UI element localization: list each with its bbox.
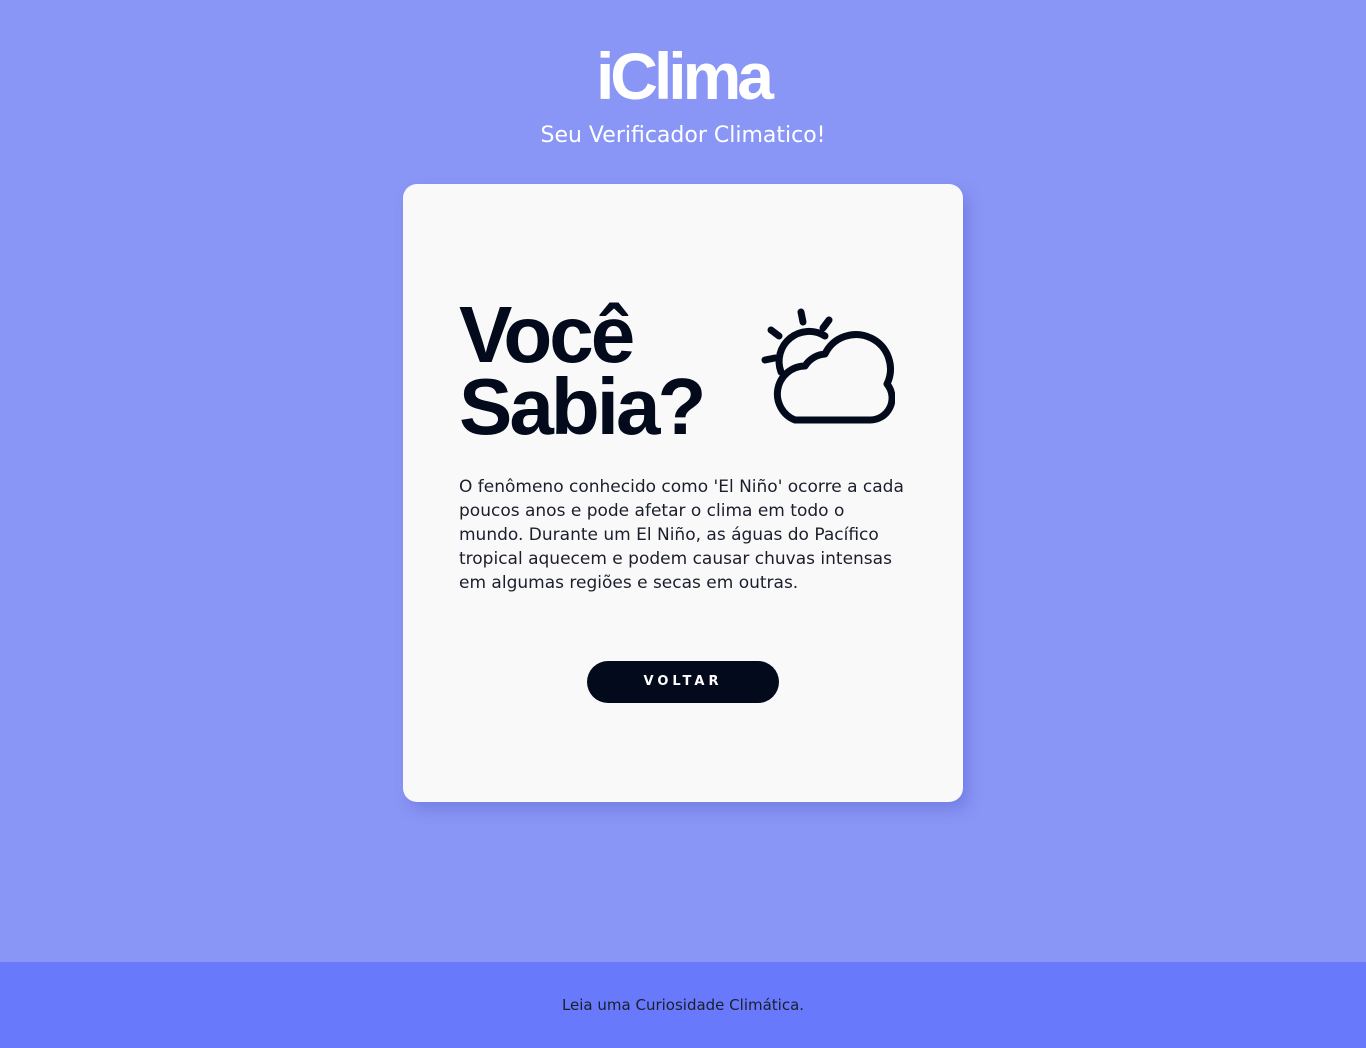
back-button[interactable]: VOLTAR [587, 661, 779, 703]
footer-text: Leia uma Curiosidade Climática. [561, 996, 805, 1014]
card-heading: Você Sabia? [459, 290, 706, 451]
app-subtitle: Seu Verificador Climatico! [540, 123, 826, 148]
page-footer: Leia uma Curiosidade Climática. [0, 962, 1366, 1048]
app-title: iClima [595, 39, 774, 113]
fact-text: O fenômeno conhecido como 'El Niño' ocor… [459, 477, 904, 593]
fact-card: Você Sabia? O fenômeno conhecido como 'E… [403, 184, 963, 802]
sun-cloud-icon [759, 306, 896, 430]
